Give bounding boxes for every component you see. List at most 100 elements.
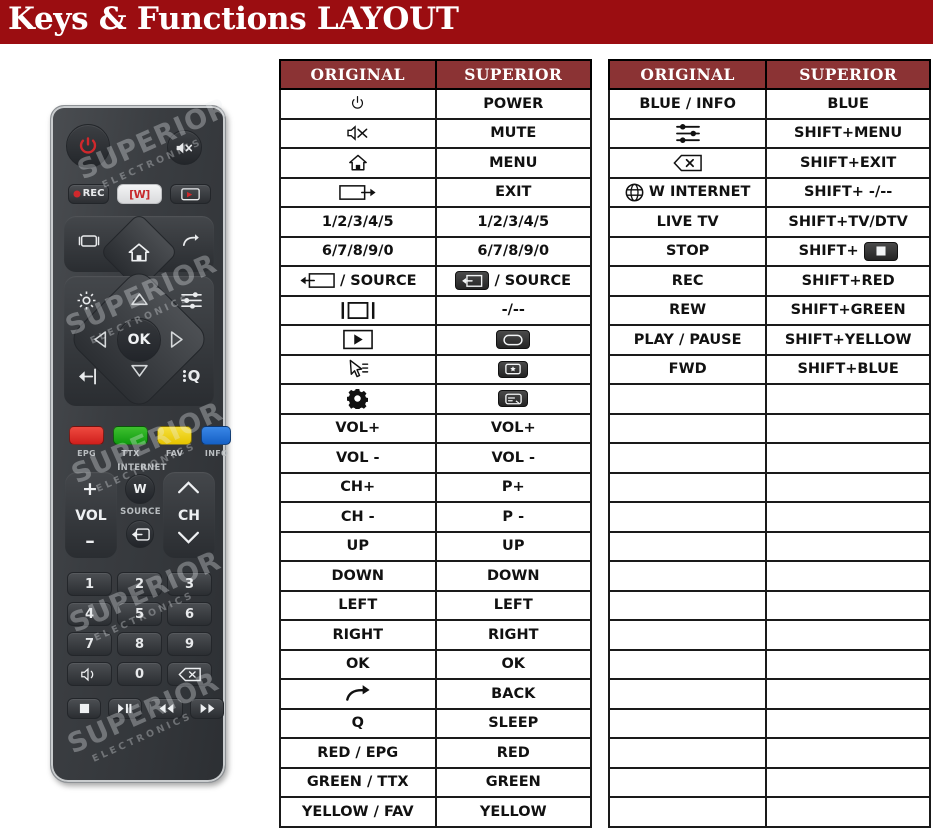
- remote-stop-button[interactable]: [67, 698, 101, 719]
- cell-superior: BLUE: [765, 88, 931, 120]
- cell-superior: SHIFT+TV/DTV: [765, 206, 931, 238]
- cell-text: OK: [501, 656, 526, 672]
- remote-num-7[interactable]: 7: [67, 632, 112, 656]
- cell-original: [607, 589, 768, 621]
- back-arrow-icon: [181, 233, 200, 250]
- cell-original: REC: [607, 265, 768, 297]
- remote-num-1[interactable]: 1: [67, 572, 112, 596]
- cell-original: [607, 412, 768, 444]
- table-row: SHIFT+EXIT: [607, 147, 931, 179]
- cell-original: CH -: [279, 501, 437, 533]
- cell-original: FWD: [607, 353, 768, 385]
- table-row: [607, 383, 931, 415]
- table-row: [607, 648, 931, 680]
- right-arrow-icon[interactable]: [170, 330, 184, 349]
- cell-original: [279, 176, 437, 208]
- remote-epg-label: EPG: [77, 449, 96, 458]
- cell-text: SHIFT+TV/DTV: [788, 213, 908, 230]
- remote-num-4[interactable]: 4: [67, 602, 112, 626]
- cell-superior: SHIFT+RED: [765, 265, 931, 297]
- remote-ok-button[interactable]: OK: [117, 318, 161, 362]
- keycap-star-icon: [498, 360, 529, 378]
- remote-audio-button[interactable]: [67, 662, 112, 686]
- remote-rec-button[interactable]: REC: [68, 184, 109, 204]
- remote-vol-up-button[interactable]: +: [73, 478, 107, 500]
- remote-num-8[interactable]: 8: [117, 632, 162, 656]
- remote-vol-down-button[interactable]: –: [73, 530, 107, 552]
- gear-icon: [76, 290, 97, 311]
- table-row: REC SHIFT+RED: [607, 265, 931, 297]
- remote-mute-button[interactable]: [167, 130, 202, 165]
- exit-icon: [338, 183, 377, 202]
- up-arrow-icon[interactable]: [130, 292, 149, 306]
- cell-superior: P+: [434, 471, 592, 503]
- table-row: UP UP: [279, 530, 592, 562]
- audio-icon: [80, 667, 99, 682]
- cell-text: OK: [345, 656, 370, 672]
- remote-rewind-button[interactable]: [149, 698, 183, 719]
- cell-text: CH -: [340, 508, 375, 525]
- remote-sliders-button[interactable]: [177, 288, 205, 312]
- cell-text: LEFT: [338, 597, 378, 613]
- cell-original: [607, 147, 768, 179]
- cell-original: [279, 324, 437, 356]
- cell-text: GREEN / TTX: [306, 774, 409, 790]
- remote-num-3[interactable]: 3: [167, 572, 212, 596]
- remote-num-9[interactable]: 9: [167, 632, 212, 656]
- table-row: [279, 383, 592, 415]
- cell-superior: LEFT: [434, 589, 592, 621]
- keys-functions-table-1: ORIGINAL SUPERIOR POWER MUTE MENU EXIT 1/2/3…: [279, 59, 592, 828]
- table-row: RIGHT RIGHT: [279, 619, 592, 651]
- cell-text: RED: [496, 744, 530, 761]
- cell-superior: SHIFT+YELLOW: [765, 324, 931, 356]
- down-arrow-icon[interactable]: [130, 364, 149, 378]
- remote-num-5[interactable]: 5: [117, 602, 162, 626]
- remote-num-0[interactable]: 0: [117, 662, 162, 686]
- ch-up-icon[interactable]: [177, 480, 200, 495]
- table-row: GREEN / TTX GREEN: [279, 766, 592, 798]
- remote-search-button[interactable]: Q: [177, 364, 205, 388]
- table-row: MENU: [279, 147, 592, 179]
- cell-original: [279, 88, 437, 120]
- cell-original: 6/7/8/9/0: [279, 235, 437, 267]
- cell-text: MENU: [489, 154, 538, 171]
- cell-superior: [765, 412, 931, 444]
- remote-w-internet-button[interactable]: [W]: [117, 184, 162, 204]
- cell-superior: RIGHT: [434, 619, 592, 651]
- remote-num-2[interactable]: 2: [117, 572, 162, 596]
- remote-blue-button[interactable]: [201, 426, 231, 445]
- cell-text: SHIFT+RED: [801, 272, 895, 289]
- table-row: [607, 737, 931, 769]
- remote-settings-button[interactable]: [73, 288, 99, 312]
- remote-delete-button[interactable]: [167, 662, 212, 686]
- cell-superior: [434, 383, 592, 415]
- remote-play-pause-button[interactable]: [108, 698, 142, 719]
- cell-superior: SLEEP: [434, 707, 592, 739]
- remote-yellow-button[interactable]: [157, 426, 192, 445]
- remote-power-button[interactable]: [66, 124, 110, 168]
- mute-icon: [346, 124, 369, 142]
- remote-search-label: Q: [187, 366, 201, 385]
- remote-forward-button[interactable]: [190, 698, 224, 719]
- cell-original: [607, 560, 768, 592]
- remote-w-button[interactable]: W: [125, 474, 155, 504]
- left-arrow-icon[interactable]: [93, 330, 107, 349]
- cell-text: DOWN: [331, 567, 385, 584]
- table-row: [607, 589, 931, 621]
- power-icon: [77, 135, 99, 157]
- cell-original: CH+: [279, 471, 437, 503]
- remote-num-6[interactable]: 6: [167, 602, 212, 626]
- remote-source-button[interactable]: [126, 520, 154, 548]
- remote-aspect-button[interactable]: [73, 230, 105, 252]
- remote-green-button[interactable]: [113, 426, 148, 445]
- sliders-icon: [675, 122, 701, 144]
- table-row: / SOURCE / SOURCE: [279, 265, 592, 297]
- remote-red-button[interactable]: [69, 426, 104, 445]
- remote-exit-button[interactable]: [73, 364, 101, 388]
- remote-body: REC [W] OK Q EPG TTX FAV INFO INTERNET +…: [50, 92, 234, 783]
- table-row: YELLOW / FAV YELLOW: [279, 796, 592, 828]
- cell-text: SHIFT+MENU: [794, 125, 903, 141]
- remote-live-tv-button[interactable]: [170, 184, 211, 204]
- ch-down-icon[interactable]: [177, 530, 200, 545]
- remote-back-button[interactable]: [175, 230, 205, 252]
